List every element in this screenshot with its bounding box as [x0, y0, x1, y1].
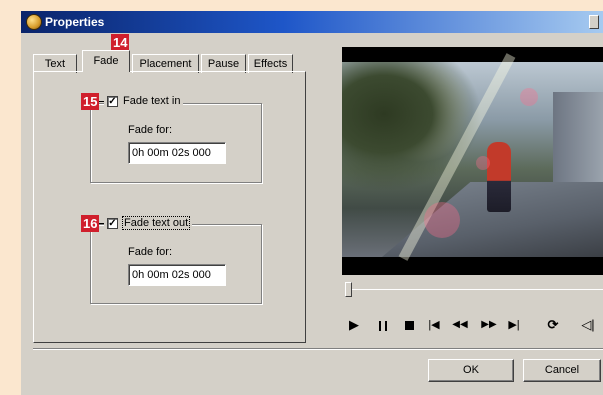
loop-button[interactable]: ⟳ — [546, 317, 560, 333]
tab-label: Text — [44, 58, 66, 70]
cancel-button[interactable]: Cancel — [523, 359, 601, 382]
stop-button[interactable] — [405, 321, 414, 330]
video-frame-lens-flare — [424, 202, 460, 238]
app-icon — [26, 14, 42, 30]
title-bar[interactable]: Properties — [21, 11, 603, 33]
video-frame-person — [487, 142, 511, 212]
seek-track[interactable] — [348, 289, 603, 290]
video-frame-lens-flare — [476, 156, 490, 170]
fade-in-duration-label: Fade for: — [128, 124, 173, 136]
fade-out-duration-label: Fade for: — [128, 246, 173, 258]
video-frame-image — [342, 53, 603, 261]
tab-label: Placement — [139, 58, 192, 70]
go-to-end-button[interactable]: ▶| — [508, 317, 520, 333]
tab-label: Fade — [93, 55, 119, 67]
fade-in-checkbox-row[interactable]: ✓ Fade text in — [104, 94, 184, 108]
pause-button[interactable] — [376, 317, 390, 333]
play-button[interactable]: ▶ — [348, 317, 360, 333]
tab-fade[interactable]: Fade — [82, 50, 130, 72]
tab-label: Pause — [207, 58, 240, 70]
tab-label: Effects — [253, 58, 288, 70]
rewind-button[interactable]: ◀◀ — [452, 317, 468, 333]
callout-badge-fade-out: 16 — [81, 215, 100, 232]
dialog-separator — [33, 348, 603, 350]
video-preview — [342, 47, 603, 275]
fade-in-duration-input[interactable]: 0h 00m 02s 000 — [128, 142, 226, 164]
close-button[interactable] — [589, 15, 599, 29]
volume-button[interactable]: ◁| — [580, 317, 596, 333]
video-frame-lens-flare — [520, 88, 538, 106]
fade-in-checkbox[interactable]: ✓ — [107, 95, 118, 107]
seek-slider-thumb[interactable] — [345, 282, 352, 297]
fade-out-duration-input[interactable]: 0h 00m 02s 000 — [128, 264, 226, 286]
fade-out-label: Fade text out — [121, 216, 191, 230]
callout-badge-fade-in: 15 — [81, 93, 100, 110]
fast-forward-button[interactable]: ▶▶ — [481, 317, 497, 333]
ok-button[interactable]: OK — [428, 359, 514, 382]
video-frame-trees — [342, 62, 482, 192]
window-title: Properties — [45, 15, 105, 29]
go-to-start-button[interactable]: |◀ — [428, 317, 440, 333]
fade-out-checkbox[interactable]: ✓ — [107, 217, 118, 229]
callout-badge-tab: 14 — [111, 34, 130, 51]
fade-in-label: Fade text in — [123, 95, 181, 107]
fade-out-checkbox-row[interactable]: ✓ Fade text out — [104, 216, 193, 230]
